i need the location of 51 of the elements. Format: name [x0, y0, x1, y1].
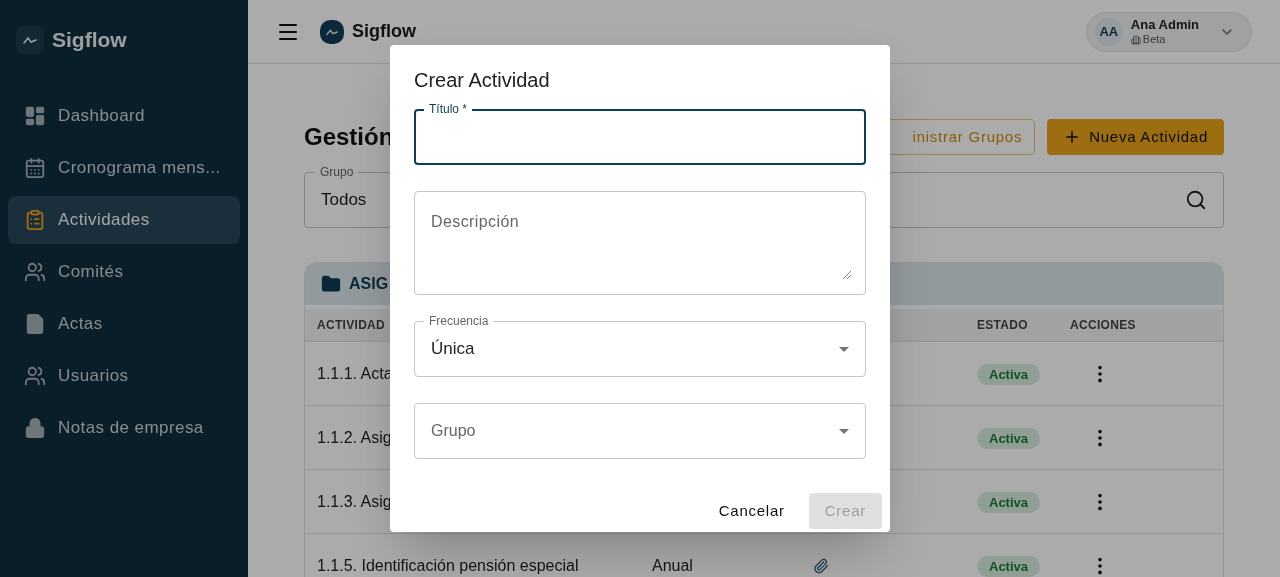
- sidebar-item[interactable]: Cronograma mens...: [8, 143, 240, 192]
- dropdown-arrow-icon: [839, 346, 849, 352]
- clipboard-icon: [24, 208, 46, 231]
- field-value: Todos: [321, 189, 367, 212]
- sidebar-item[interactable]: Usuarios: [8, 351, 240, 400]
- paperclip-icon[interactable]: [813, 557, 829, 574]
- table-cell: 1.1.5. Identificación pensión especial: [317, 556, 579, 574]
- group-icon: [24, 260, 46, 283]
- page-title: Gestión: [304, 122, 390, 152]
- status-badge: Activa: [977, 491, 1041, 513]
- user-name: Ana Admin: [1130, 16, 1199, 33]
- column-header: ACTIVIDAD: [317, 318, 386, 332]
- column-header: ACCIONES: [1070, 317, 1136, 334]
- building-icon: [1130, 34, 1141, 45]
- calendar-icon: [24, 156, 46, 179]
- dashboard-icon: [24, 104, 46, 127]
- new-activity-button[interactable]: Nueva Actividad: [1047, 119, 1224, 155]
- group-name: ASIG: [349, 274, 389, 294]
- user-avatar: AA: [1094, 17, 1123, 46]
- logo-icon: [16, 25, 44, 54]
- column-header: ESTADO: [977, 318, 1028, 332]
- user-organization: Beta: [1142, 32, 1166, 47]
- people-icon: [24, 364, 46, 387]
- field-label: Frecuencia: [424, 315, 494, 327]
- sidebar-item[interactable]: Notas de empresa: [8, 403, 240, 452]
- sidebar-item[interactable]: Dashboard: [8, 91, 240, 140]
- lock-icon: [24, 416, 46, 439]
- sidebar-item[interactable]: Comités: [8, 247, 240, 296]
- status-badge: Activa: [977, 555, 1041, 577]
- table-cell: Anual: [652, 556, 693, 574]
- header-brand: Sigflow: [352, 20, 416, 43]
- field-placeholder: Grupo: [431, 421, 476, 441]
- sidebar-item[interactable]: Actividades: [8, 195, 240, 244]
- search-icon[interactable]: [1185, 189, 1207, 211]
- status-badge: Activa: [977, 427, 1041, 449]
- field-label: Título *: [424, 103, 472, 115]
- dropdown-arrow-icon: [839, 428, 849, 434]
- document-icon: [24, 312, 46, 335]
- dialog-title: Crear Actividad: [414, 68, 551, 93]
- description-field[interactable]: Descripción: [414, 191, 866, 295]
- status-badge: Activa: [977, 363, 1041, 385]
- field-label: Grupo: [315, 166, 359, 178]
- cancel-button[interactable]: Cancelar: [702, 493, 801, 529]
- folder-icon: [321, 274, 341, 294]
- field-placeholder: Descripción: [431, 213, 519, 230]
- sidebar-brand: Sigflow: [52, 27, 127, 53]
- resize-handle-icon: [843, 271, 851, 279]
- logo-icon: [320, 19, 344, 44]
- select-field[interactable]: Grupo: [414, 403, 866, 459]
- sidebar-item[interactable]: Actas: [8, 299, 240, 348]
- field-value: Única: [431, 338, 475, 361]
